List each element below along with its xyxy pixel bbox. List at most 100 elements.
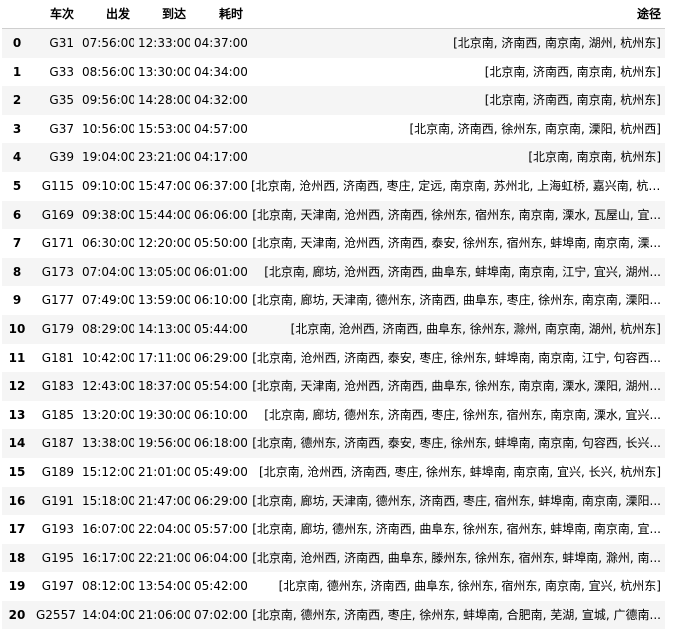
train-column-header: 车次: [32, 0, 78, 29]
route-column-header: 途径: [247, 0, 665, 29]
depart-column-header: 出发: [78, 0, 134, 29]
route-cell: [北京南, 济南西, 徐州东, 南京南, 溧阳, 杭州西]: [247, 115, 665, 144]
table-row: 20G255714:04:0021:06:0007:02:00[北京南, 德州东…: [2, 601, 665, 629]
duration-cell: 05:44:00: [190, 315, 247, 344]
arrive-cell: 15:47:00: [134, 172, 190, 201]
row-index: 12: [2, 372, 32, 401]
depart-cell: 15:18:00: [78, 487, 134, 516]
table-row: 10G17908:29:0014:13:0005:44:00[北京南, 沧州西,…: [2, 315, 665, 344]
table-row: 1G3308:56:0013:30:0004:34:00[北京南, 济南西, 南…: [2, 58, 665, 87]
duration-cell: 04:32:00: [190, 86, 247, 115]
arrive-cell: 19:56:00: [134, 429, 190, 458]
train-cell: G189: [32, 458, 78, 487]
duration-cell: 04:57:00: [190, 115, 247, 144]
table-row: 4G3919:04:0023:21:0004:17:00[北京南, 南京南, 杭…: [2, 143, 665, 172]
row-index: 8: [2, 258, 32, 287]
table-row: 7G17106:30:0012:20:0005:50:00[北京南, 天津南, …: [2, 229, 665, 258]
duration-cell: 04:34:00: [190, 58, 247, 87]
table-row: 5G11509:10:0015:47:0006:37:00[北京南, 沧州西, …: [2, 172, 665, 201]
table-row: 18G19516:17:0022:21:0006:04:00[北京南, 沧州西,…: [2, 544, 665, 573]
arrive-cell: 23:21:00: [134, 143, 190, 172]
route-cell: [北京南, 廊坊, 天津南, 德州东, 济南西, 曲阜东, 枣庄, 徐州东, 南…: [247, 286, 665, 315]
route-cell: [北京南, 沧州西, 济南西, 曲阜东, 滕州东, 徐州东, 宿州东, 蚌埠南,…: [247, 544, 665, 573]
route-cell: [北京南, 沧州西, 济南西, 泰安, 枣庄, 徐州东, 蚌埠南, 南京南, 江…: [247, 344, 665, 373]
depart-cell: 09:38:00: [78, 201, 134, 230]
row-index: 3: [2, 115, 32, 144]
table-row: 9G17707:49:0013:59:0006:10:00[北京南, 廊坊, 天…: [2, 286, 665, 315]
train-cell: G181: [32, 344, 78, 373]
arrive-cell: 15:44:00: [134, 201, 190, 230]
train-cell: G185: [32, 401, 78, 430]
route-cell: [北京南, 济南西, 南京南, 杭州东]: [247, 86, 665, 115]
train-cell: G35: [32, 86, 78, 115]
route-cell: [北京南, 济南西, 南京南, 杭州东]: [247, 58, 665, 87]
table-row: 12G18312:43:0018:37:0005:54:00[北京南, 天津南,…: [2, 372, 665, 401]
train-cell: G31: [32, 29, 78, 58]
duration-cell: 06:06:00: [190, 201, 247, 230]
route-cell: [北京南, 德州东, 济南西, 泰安, 枣庄, 徐州东, 蚌埠南, 南京南, 句…: [247, 429, 665, 458]
notebook-output: 车次 出发 到达 耗时 途径 0G3107:56:0012:33:0004:37…: [0, 0, 677, 617]
arrive-cell: 17:11:00: [134, 344, 190, 373]
duration-cell: 04:37:00: [190, 29, 247, 58]
arrive-cell: 18:37:00: [134, 372, 190, 401]
row-index: 15: [2, 458, 32, 487]
depart-cell: 12:43:00: [78, 372, 134, 401]
row-index: 5: [2, 172, 32, 201]
duration-cell: 05:54:00: [190, 372, 247, 401]
route-cell: [北京南, 廊坊, 德州东, 济南西, 枣庄, 徐州东, 宿州东, 南京南, 溧…: [247, 401, 665, 430]
row-index: 14: [2, 429, 32, 458]
depart-cell: 07:49:00: [78, 286, 134, 315]
train-cell: G33: [32, 58, 78, 87]
arrive-column-header: 到达: [134, 0, 190, 29]
arrive-cell: 14:28:00: [134, 86, 190, 115]
depart-cell: 13:38:00: [78, 429, 134, 458]
table-row: 2G3509:56:0014:28:0004:32:00[北京南, 济南西, 南…: [2, 86, 665, 115]
duration-cell: 05:57:00: [190, 515, 247, 544]
row-index: 1: [2, 58, 32, 87]
duration-cell: 06:10:00: [190, 286, 247, 315]
train-cell: G169: [32, 201, 78, 230]
arrive-cell: 21:47:00: [134, 487, 190, 516]
index-header: [2, 0, 32, 29]
table-row: 13G18513:20:0019:30:0006:10:00[北京南, 廊坊, …: [2, 401, 665, 430]
table-row: 6G16909:38:0015:44:0006:06:00[北京南, 天津南, …: [2, 201, 665, 230]
duration-cell: 05:50:00: [190, 229, 247, 258]
duration-cell: 06:10:00: [190, 401, 247, 430]
table-row: 19G19708:12:0013:54:0005:42:00[北京南, 德州东,…: [2, 572, 665, 601]
train-cell: G193: [32, 515, 78, 544]
depart-cell: 08:29:00: [78, 315, 134, 344]
row-index: 17: [2, 515, 32, 544]
arrive-cell: 13:54:00: [134, 572, 190, 601]
train-cell: G195: [32, 544, 78, 573]
duration-cell: 06:29:00: [190, 344, 247, 373]
table-row: 8G17307:04:0013:05:0006:01:00[北京南, 廊坊, 沧…: [2, 258, 665, 287]
route-cell: [北京南, 南京南, 杭州东]: [247, 143, 665, 172]
row-index: 18: [2, 544, 32, 573]
row-index: 0: [2, 29, 32, 58]
route-cell: [北京南, 沧州西, 济南西, 枣庄, 徐州东, 蚌埠南, 南京南, 宜兴, 长…: [247, 458, 665, 487]
table-row: 15G18915:12:0021:01:0005:49:00[北京南, 沧州西,…: [2, 458, 665, 487]
arrive-cell: 13:30:00: [134, 58, 190, 87]
dataframe-table: 车次 出发 到达 耗时 途径 0G3107:56:0012:33:0004:37…: [2, 0, 665, 629]
route-cell: [北京南, 沧州西, 济南西, 枣庄, 定远, 南京南, 苏州北, 上海虹桥, …: [247, 172, 665, 201]
route-cell: [北京南, 廊坊, 德州东, 济南西, 曲阜东, 徐州东, 宿州东, 蚌埠南, …: [247, 515, 665, 544]
depart-cell: 13:20:00: [78, 401, 134, 430]
duration-cell: 06:37:00: [190, 172, 247, 201]
arrive-cell: 22:21:00: [134, 544, 190, 573]
row-index: 19: [2, 572, 32, 601]
route-cell: [北京南, 德州东, 济南西, 曲阜东, 徐州东, 宿州东, 南京南, 宜兴, …: [247, 572, 665, 601]
duration-column-header: 耗时: [190, 0, 247, 29]
row-index: 2: [2, 86, 32, 115]
header-row: 车次 出发 到达 耗时 途径: [2, 0, 665, 29]
depart-cell: 14:04:00: [78, 601, 134, 629]
table-row: 17G19316:07:0022:04:0005:57:00[北京南, 廊坊, …: [2, 515, 665, 544]
row-index: 9: [2, 286, 32, 315]
table-row: 11G18110:42:0017:11:0006:29:00[北京南, 沧州西,…: [2, 344, 665, 373]
arrive-cell: 15:53:00: [134, 115, 190, 144]
train-cell: G39: [32, 143, 78, 172]
depart-cell: 16:07:00: [78, 515, 134, 544]
depart-cell: 08:12:00: [78, 572, 134, 601]
row-index: 16: [2, 487, 32, 516]
train-cell: G171: [32, 229, 78, 258]
row-index: 4: [2, 143, 32, 172]
